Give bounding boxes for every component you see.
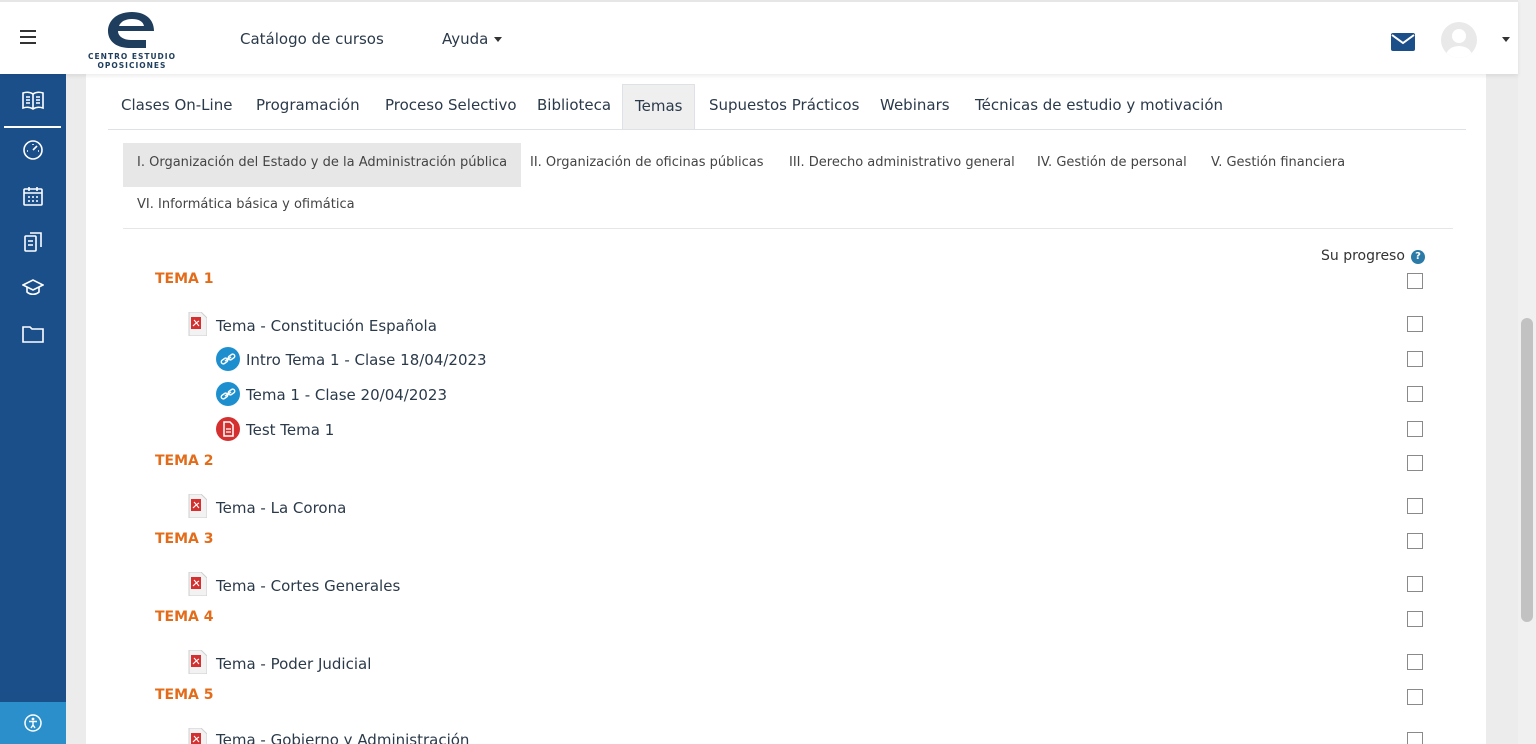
subtab-organizacion-estado[interactable]: I. Organización del Estado y de la Admin… [123, 143, 522, 187]
accessibility-icon [24, 714, 42, 732]
left-sidebar [0, 74, 66, 744]
courses-book-icon[interactable] [0, 78, 66, 122]
chevron-down-icon [494, 37, 503, 42]
activity-link[interactable]: Tema 1 - Clase 20/04/2023 [246, 386, 447, 404]
activity-completion-checkbox[interactable] [1407, 576, 1423, 592]
page-scrollbar[interactable] [1518, 0, 1536, 744]
activity-link[interactable]: Tema - Gobierno y Administración [216, 731, 469, 744]
activity-completion-checkbox[interactable] [1407, 421, 1423, 437]
pdf-icon [187, 571, 208, 600]
activity-link[interactable]: Test Tema 1 [246, 421, 334, 439]
pdf-icon [187, 493, 208, 522]
tab-webinars[interactable]: Webinars [880, 84, 950, 129]
tab-supuestos-practicos[interactable]: Supuestos Prácticos [709, 84, 859, 129]
calendar-icon[interactable] [0, 174, 66, 218]
user-avatar[interactable] [1441, 22, 1477, 58]
help-icon[interactable]: ? [1411, 250, 1425, 264]
activity-completion-checkbox[interactable] [1407, 386, 1423, 402]
activity-completion-checkbox[interactable] [1407, 316, 1423, 332]
folder-icon[interactable] [0, 312, 66, 356]
main-tabs: Clases On-Line Programación Proceso Sele… [108, 84, 1466, 130]
pdf-icon [187, 311, 208, 340]
graduation-cap-icon[interactable] [0, 266, 66, 310]
tab-clases-online[interactable]: Clases On-Line [121, 84, 232, 129]
tab-programacion[interactable]: Programación [256, 84, 360, 129]
nav-help-label: Ayuda [442, 30, 489, 48]
activity-link[interactable]: Tema - Constitución Española [216, 317, 437, 335]
site-logo[interactable]: CENTRO ESTUDIO OPOSICIONES [82, 8, 182, 70]
activity-link[interactable]: Tema - Cortes Generales [216, 577, 400, 595]
activity-link[interactable]: Tema - La Corona [216, 499, 346, 517]
tab-proceso-selectivo[interactable]: Proceso Selectivo [385, 84, 517, 129]
activity-link[interactable]: Tema - Poder Judicial [216, 655, 371, 673]
section-title[interactable]: TEMA 1 [155, 271, 214, 287]
messages-icon[interactable] [1391, 33, 1415, 55]
activity-completion-checkbox[interactable] [1407, 654, 1423, 670]
section-title[interactable]: TEMA 2 [155, 453, 214, 469]
section-completion-checkbox[interactable] [1407, 533, 1423, 549]
pdf-icon [187, 649, 208, 678]
pdf-icon [187, 727, 208, 744]
sub-tabs: I. Organización del Estado y de la Admin… [123, 143, 1453, 229]
activity-completion-checkbox[interactable] [1407, 351, 1423, 367]
activity-completion-checkbox[interactable] [1407, 732, 1423, 744]
quiz-icon [216, 417, 240, 445]
scrollbar-thumb[interactable] [1521, 318, 1533, 622]
top-navbar: CENTRO ESTUDIO OPOSICIONES Catálogo de c… [0, 0, 1518, 74]
section-completion-checkbox[interactable] [1407, 455, 1423, 471]
subtab-informatica[interactable]: VI. Informática básica y ofimática [137, 185, 355, 229]
logo-mark-icon [108, 12, 154, 48]
section-title[interactable]: TEMA 3 [155, 531, 214, 547]
subtab-organizacion-oficinas[interactable]: II. Organización de oficinas públicas [530, 143, 763, 187]
nav-course-catalog[interactable]: Catálogo de cursos [240, 30, 384, 48]
nav-help-dropdown[interactable]: Ayuda [442, 30, 503, 48]
subtab-derecho-administrativo[interactable]: III. Derecho administrativo general [789, 143, 1015, 187]
dashboard-gauge-icon[interactable] [0, 128, 66, 172]
activity-completion-checkbox[interactable] [1407, 498, 1423, 514]
course-content: Clases On-Line Programación Proceso Sele… [86, 74, 1486, 744]
section-completion-checkbox[interactable] [1407, 611, 1423, 627]
section-title[interactable]: TEMA 4 [155, 609, 214, 625]
accessibility-button[interactable] [0, 702, 66, 744]
tab-temas[interactable]: Temas [622, 84, 696, 129]
subtab-gestion-personal[interactable]: IV. Gestión de personal [1037, 143, 1187, 187]
tab-biblioteca[interactable]: Biblioteca [537, 84, 611, 129]
menu-toggle-icon[interactable] [20, 30, 36, 44]
tab-tecnicas-estudio[interactable]: Técnicas de estudio y motivación [975, 84, 1223, 129]
files-icon[interactable] [0, 220, 66, 264]
link-icon [216, 382, 240, 410]
link-icon [216, 347, 240, 375]
progress-label: Su progreso [1321, 248, 1405, 264]
activity-link[interactable]: Intro Tema 1 - Clase 18/04/2023 [246, 351, 487, 369]
logo-text: CENTRO ESTUDIO OPOSICIONES [88, 52, 176, 70]
section-title[interactable]: TEMA 5 [155, 687, 214, 703]
subtab-gestion-financiera[interactable]: V. Gestión financiera [1211, 143, 1345, 187]
section-completion-checkbox[interactable] [1407, 689, 1423, 705]
section-completion-checkbox[interactable] [1407, 273, 1423, 289]
user-menu-chevron-icon[interactable] [1502, 37, 1510, 42]
